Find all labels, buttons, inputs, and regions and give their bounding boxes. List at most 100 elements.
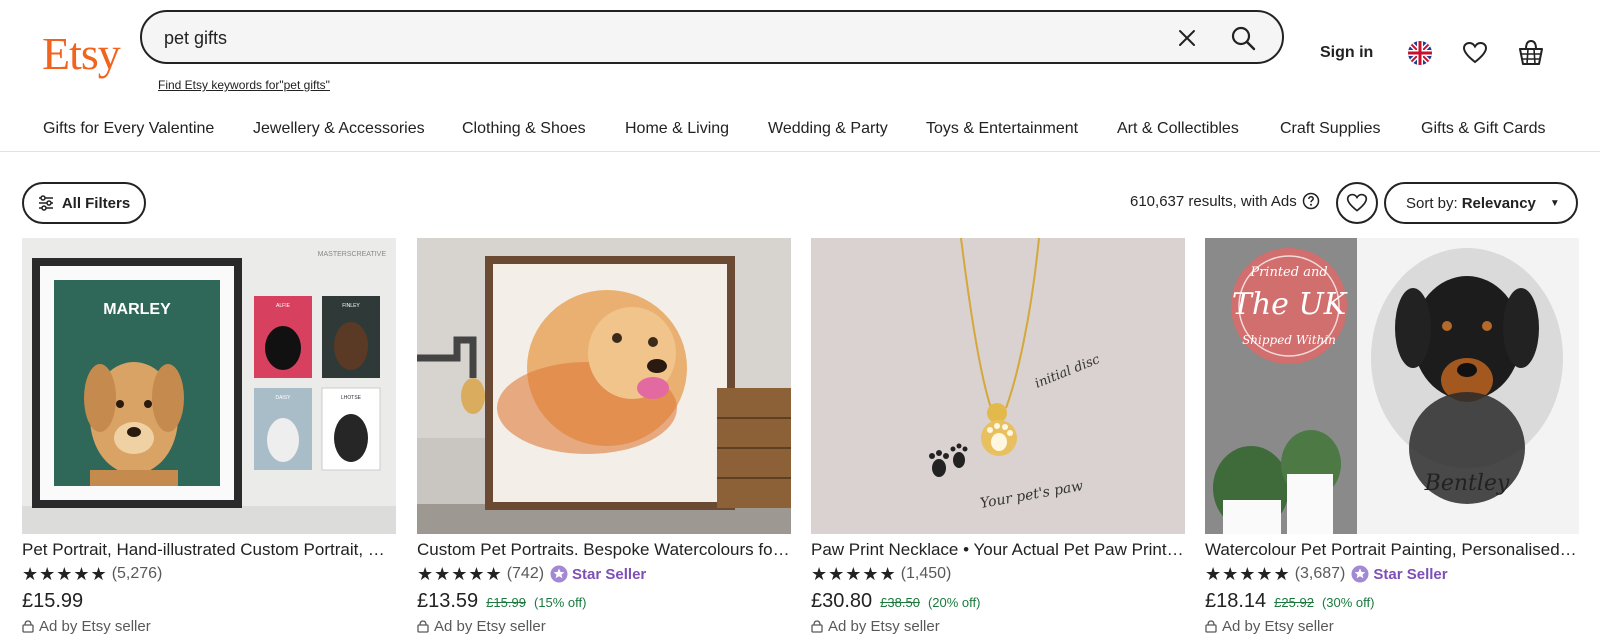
listing-rating: ★★★★★ (1,450)	[811, 564, 951, 584]
sort-dropdown[interactable]: Sort by: Relevancy ▼	[1384, 182, 1578, 224]
listing-price: £15.99	[22, 590, 83, 613]
lhotse-label: LHOTSE	[341, 395, 362, 401]
discount: (20% off)	[927, 595, 981, 610]
basket-icon[interactable]	[1518, 39, 1544, 67]
ad-text: Ad by Etsy seller	[828, 618, 940, 635]
alfie-label: ALFIE	[276, 303, 291, 309]
original-price: £25.92	[1274, 595, 1314, 610]
listing-rating: ★★★★★ (742) Star Seller	[417, 564, 646, 584]
daisy-label: DAISY	[275, 395, 291, 401]
category-nav: Gifts for Every Valentine Jewellery & Ac…	[0, 116, 1600, 144]
star-seller-icon	[1351, 565, 1369, 583]
price: £13.59	[417, 590, 479, 612]
finley-label: FINLEY	[342, 303, 360, 309]
nav-item-gift-cards[interactable]: Gifts & Gift Cards	[1421, 120, 1545, 138]
price: £15.99	[22, 590, 84, 612]
ad-text: Ad by Etsy seller	[1222, 618, 1334, 635]
nav-item-valentine[interactable]: Gifts for Every Valentine	[43, 120, 214, 138]
search-bar	[140, 10, 1284, 64]
pet-name-label: Bentley	[1424, 471, 1510, 496]
search-button[interactable]	[1228, 23, 1258, 53]
review-count: (5,276)	[111, 565, 163, 582]
listing-price: £30.80 £38.50 (20% off)	[811, 590, 980, 613]
nav-item-clothing[interactable]: Clothing & Shoes	[462, 120, 586, 138]
results-text: 610,637 results, with Ads	[1130, 192, 1297, 210]
sign-in-button[interactable]: Sign in	[1320, 44, 1373, 62]
listing-card[interactable]: MARLEY MASTERSCREATIVE ALFIE FINLEY DAIS…	[22, 238, 396, 636]
listing-title[interactable]: Paw Print Necklace • Your Actual Pet Paw…	[811, 540, 1185, 560]
ad-text: Ad by Etsy seller	[39, 618, 151, 635]
save-search-button[interactable]	[1336, 182, 1378, 224]
five-stars-icon: ★★★★★	[1205, 564, 1291, 584]
ad-icon	[1205, 620, 1217, 633]
nav-item-craft[interactable]: Craft Supplies	[1280, 120, 1381, 138]
uk-flag-icon[interactable]	[1408, 41, 1432, 65]
listing-title[interactable]: Pet Portrait, Hand-illustrated Custom Po…	[22, 540, 396, 560]
caret-down-icon: ▼	[1549, 197, 1560, 209]
star-seller-badge: Star Seller	[1351, 565, 1448, 583]
price: £30.80	[811, 590, 873, 612]
filter-sliders-icon	[38, 195, 53, 211]
find-keywords-link[interactable]: Find Etsy keywords for"pet gifts"	[158, 78, 330, 92]
five-stars-icon: ★★★★★	[22, 564, 108, 584]
star-seller-badge: Star Seller	[550, 565, 646, 583]
ad-label: Ad by Etsy seller	[1205, 618, 1334, 635]
sort-prefix: Sort by:	[1406, 194, 1458, 212]
listing-rating: ★★★★★ (5,276)	[22, 564, 162, 584]
five-stars-icon: ★★★★★	[811, 564, 897, 584]
help-icon[interactable]	[1302, 192, 1320, 210]
listing-image[interactable]: initial disc Your pet's paw	[811, 238, 1185, 534]
ad-text: Ad by Etsy seller	[434, 618, 546, 635]
stamp-line-2: The UK	[1232, 287, 1348, 322]
listing-card[interactable]: Printed and The UK Shipped Within Bentle…	[1205, 238, 1579, 636]
star-seller-label: Star Seller	[1373, 565, 1448, 583]
discount: (30% off)	[1321, 595, 1375, 610]
listing-image[interactable]	[417, 238, 791, 534]
stamp-line-1: Printed and	[1249, 265, 1327, 280]
original-price: £15.99	[486, 595, 526, 610]
clear-search-button[interactable]	[1174, 25, 1200, 51]
star-seller-icon	[550, 565, 568, 583]
close-icon	[1179, 30, 1195, 46]
listing-card[interactable]: Custom Pet Portraits. Bespoke Watercolou…	[417, 238, 791, 636]
review-count: (742)	[506, 565, 545, 582]
five-stars-icon: ★★★★★	[417, 564, 503, 584]
watermark-label: MASTERSCREATIVE	[318, 251, 387, 258]
nav-item-toys[interactable]: Toys & Entertainment	[926, 120, 1078, 138]
ad-label: Ad by Etsy seller	[22, 618, 151, 635]
results-count: 610,637 results, with Ads	[1130, 192, 1320, 210]
etsy-logo[interactable]: Etsy	[42, 24, 121, 84]
listing-image[interactable]: MARLEY MASTERSCREATIVE ALFIE FINLEY DAIS…	[22, 238, 396, 534]
search-input[interactable]	[164, 24, 1124, 52]
favorites-heart-icon[interactable]	[1462, 40, 1488, 66]
heart-icon	[1346, 193, 1368, 212]
nav-item-home[interactable]: Home & Living	[625, 120, 729, 138]
ad-icon	[22, 620, 34, 633]
review-count: (1,450)	[900, 565, 952, 582]
listing-card[interactable]: initial disc Your pet's paw Paw Print Ne…	[811, 238, 1185, 636]
listing-title[interactable]: Watercolour Pet Portrait Painting, Perso…	[1205, 540, 1579, 560]
star-seller-label: Star Seller	[572, 565, 647, 583]
marley-label: MARLEY	[103, 301, 171, 318]
all-filters-button[interactable]: All Filters	[22, 182, 146, 224]
discount: (15% off)	[533, 595, 587, 610]
review-count: (3,687)	[1294, 565, 1346, 582]
listing-price: £18.14 £25.92 (30% off)	[1205, 590, 1374, 613]
listing-title[interactable]: Custom Pet Portraits. Bespoke Watercolou…	[417, 540, 791, 560]
search-icon	[1231, 26, 1256, 51]
listing-price: £13.59 £15.99 (15% off)	[417, 590, 586, 613]
stamp-line-3: Shipped Within	[1242, 333, 1336, 347]
listing-image[interactable]: Printed and The UK Shipped Within Bentle…	[1205, 238, 1579, 534]
ad-icon	[811, 620, 823, 633]
ad-icon	[417, 620, 429, 633]
original-price: £38.50	[880, 595, 920, 610]
listing-rating: ★★★★★ (3,687) Star Seller	[1205, 564, 1448, 584]
nav-item-art[interactable]: Art & Collectibles	[1117, 120, 1239, 138]
sort-value: Relevancy	[1461, 194, 1536, 212]
site-header: Etsy Find Etsy keywords for"pet gifts" S…	[0, 0, 1600, 152]
all-filters-label: All Filters	[61, 194, 131, 212]
nav-item-jewellery[interactable]: Jewellery & Accessories	[253, 120, 425, 138]
ad-label: Ad by Etsy seller	[811, 618, 940, 635]
ad-label: Ad by Etsy seller	[417, 618, 546, 635]
nav-item-wedding[interactable]: Wedding & Party	[768, 120, 888, 138]
